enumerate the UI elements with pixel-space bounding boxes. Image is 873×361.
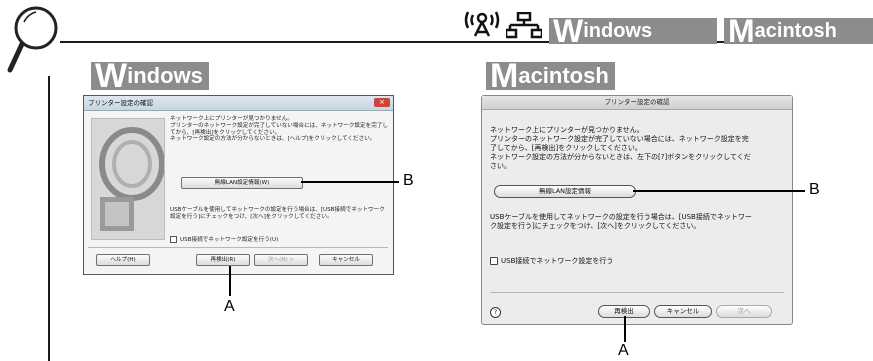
windows-usb-text-line: 設定を行う]にチェックをつけ、[次へ]をクリックしてください。 xyxy=(170,213,333,220)
header-tag-macintosh-rest: acintosh xyxy=(754,20,837,42)
windows-dialog-titlebar: プリンター設定の確認 × xyxy=(84,96,393,111)
windows-divider xyxy=(88,247,388,248)
callout-a-line-mac xyxy=(624,316,626,342)
windows-wireless-lan-button[interactable]: 無線LAN設定情報(W) xyxy=(181,177,303,189)
windows-message-line: プリンターのネットワーク設定が完了していない場合には、ネットワーク設定を完了し xyxy=(170,122,388,129)
header-tag-macintosh-initial: M xyxy=(728,13,755,49)
callout-a-mac: A xyxy=(618,342,629,359)
printer-illustration xyxy=(91,118,165,240)
mac-divider xyxy=(490,292,784,293)
section-tag-macintosh-rest: acintosh xyxy=(518,63,609,88)
mac-dialog-titlebar: プリンター設定の確認 xyxy=(482,96,792,110)
windows-dialog: プリンター設定の確認 × ネットワーク上にプリンターが見つかりません。 プリンタ… xyxy=(83,95,394,275)
callout-b-line-windows xyxy=(301,181,399,183)
mac-usb-text: USBケーブルを使用してネットワークの設定を行う場合は、[USB接続でネットワー… xyxy=(490,213,786,231)
windows-cancel-button[interactable]: キャンセル xyxy=(319,254,373,266)
mac-usb-checkbox-label: USB接続でネットワーク設定を行う xyxy=(501,257,614,265)
mac-message-line: 了してから、[再検出]をクリックしてください。 xyxy=(490,144,642,152)
mac-wireless-lan-button[interactable]: 無線LAN設定情報 xyxy=(494,185,636,198)
callout-a-windows: A xyxy=(224,298,235,315)
section-tag-macintosh: Macintosh xyxy=(486,59,615,93)
windows-usb-text-line: USBケーブルを使用してネットワークの設定を行う場合は、[USB接続でネットワー… xyxy=(170,207,385,213)
header-tag-windows: Windows xyxy=(549,15,717,47)
mac-message-line: ネットワーク設定の方法が分からないときは、左下の[?]ボタンをクリックしてくだ xyxy=(490,153,751,161)
side-rule xyxy=(48,76,50,361)
callout-b-windows: B xyxy=(403,172,414,189)
windows-message: ネットワーク上にプリンターが見つかりません。 プリンターのネットワーク設定が完了… xyxy=(170,116,392,143)
mac-usb-checkbox[interactable]: USB接続でネットワーク設定を行う xyxy=(490,257,613,266)
checkbox-icon xyxy=(170,236,177,243)
windows-help-button[interactable]: ヘルプ(H) xyxy=(96,254,150,266)
header-rule xyxy=(60,41,542,43)
callout-b-mac: B xyxy=(809,181,820,198)
help-icon[interactable]: ? xyxy=(490,307,501,318)
section-tag-windows: Windows xyxy=(91,59,209,93)
mac-usb-text-line: USBケーブルを使用してネットワークの設定を行う場合は、[USB接続でネットワー xyxy=(490,213,752,221)
section-tag-macintosh-initial: M xyxy=(490,57,519,95)
windows-dialog-title: プリンター設定の確認 xyxy=(88,99,153,107)
mac-dialog-title: プリンター設定の確認 xyxy=(604,98,670,106)
callout-a-line-windows xyxy=(229,266,231,296)
wireless-icon xyxy=(464,11,500,37)
network-icon xyxy=(506,12,542,39)
mac-usb-text-line: ク設定を行う]にチェックをつけ、[次へ]をクリックしてください。 xyxy=(490,222,701,230)
mac-next-button[interactable]: 次へ xyxy=(716,305,772,318)
mac-cancel-button[interactable]: キャンセル xyxy=(654,305,712,318)
windows-message-line: ネットワーク上にプリンターが見つかりません。 xyxy=(170,116,293,122)
section-tag-windows-initial: W xyxy=(95,57,128,95)
windows-next-button[interactable]: 次へ(N) > xyxy=(254,254,308,266)
windows-redetect-button[interactable]: 再検出(R) xyxy=(196,254,250,266)
header-tag-windows-rest: indows xyxy=(583,20,653,42)
mac-message-line: さい。 xyxy=(490,162,511,170)
windows-usb-checkbox-label: USB接続でネットワーク設定を行う(U) xyxy=(180,237,279,243)
close-icon[interactable]: × xyxy=(374,98,390,107)
windows-usb-checkbox[interactable]: USB接続でネットワーク設定を行う(U) xyxy=(170,236,278,244)
windows-message-line: ネットワーク設定の方法が分からないときは、[ヘルプ]をクリックしてください。 xyxy=(170,136,376,143)
section-tag-windows-rest: indows xyxy=(127,63,203,88)
callout-b-line-mac xyxy=(633,190,805,192)
checkbox-icon xyxy=(490,257,498,265)
mac-message: ネットワーク上にプリンターが見つかりません。 プリンターのネットワーク設定が完了… xyxy=(490,126,786,171)
mac-dialog: プリンター設定の確認 ネットワーク上にプリンターが見つかりません。 プリンターの… xyxy=(481,95,793,325)
mac-message-line: ネットワーク上にプリンターが見つかりません。 xyxy=(490,126,644,134)
windows-usb-text: USBケーブルを使用してネットワークの設定を行う場合は、[USB接続でネットワー… xyxy=(170,207,392,221)
header-tag-windows-initial: W xyxy=(553,13,584,49)
header-tag-macintosh: Macintosh xyxy=(724,15,873,47)
mac-message-line: プリンターのネットワーク設定が完了していない場合には、ネットワーク設定を完 xyxy=(490,135,749,143)
magnifier-icon xyxy=(7,6,58,73)
